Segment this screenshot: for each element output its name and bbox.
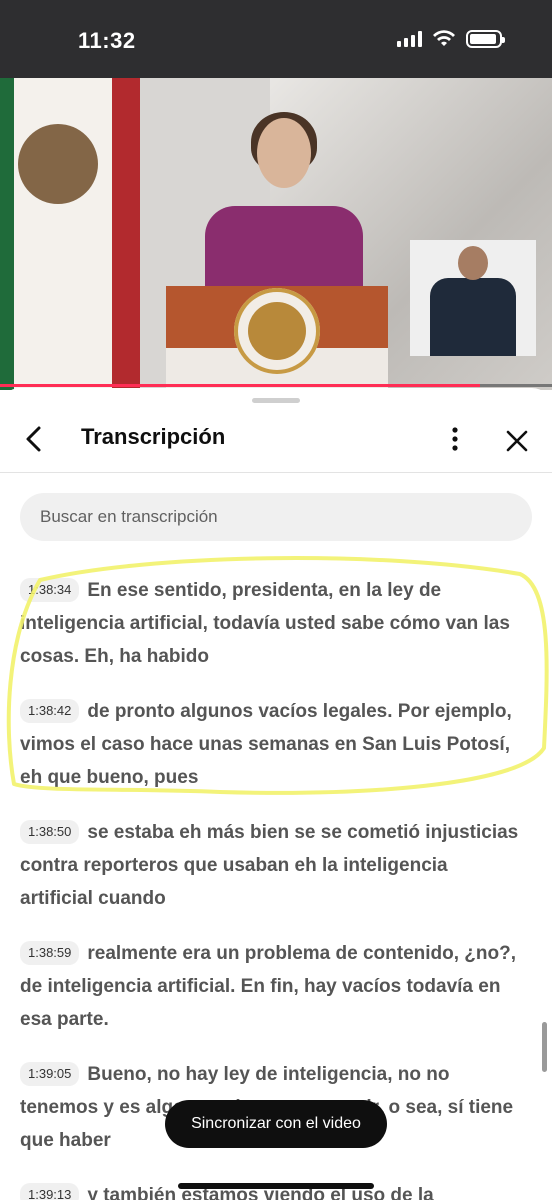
flag-emblem bbox=[18, 124, 98, 204]
transcript-segment[interactable]: 1:38:42 de pronto algunos vacíos legales.… bbox=[20, 695, 520, 794]
video-player[interactable] bbox=[0, 78, 552, 390]
more-vertical-icon[interactable] bbox=[440, 424, 470, 454]
transcript-segment[interactable]: 1:38:34 En ese sentido, presidenta, en la… bbox=[20, 574, 520, 673]
segment-text: de pronto algunos vacíos legales. Por ej… bbox=[20, 701, 512, 788]
segment-text: se estaba eh más bien se se cometió inju… bbox=[20, 822, 519, 909]
status-icons bbox=[397, 30, 505, 48]
chevron-left-icon[interactable] bbox=[20, 424, 50, 454]
segment-timestamp[interactable]: 1:39:05 bbox=[20, 1062, 80, 1086]
transcript-segment[interactable]: 1:38:50 se estaba eh más bien se se comet… bbox=[20, 816, 520, 915]
sheet-drag-handle[interactable] bbox=[252, 398, 300, 403]
sync-with-video-button[interactable]: Sincronizar con el video bbox=[165, 1100, 387, 1148]
national-seal bbox=[234, 288, 320, 374]
segment-timestamp[interactable]: 1:38:42 bbox=[20, 699, 80, 723]
scrollbar[interactable] bbox=[542, 1022, 547, 1072]
segment-text: En ese sentido, presidenta, en la ley de… bbox=[20, 580, 510, 667]
sheet-header: Transcripción bbox=[0, 406, 552, 473]
battery-icon bbox=[466, 30, 505, 48]
segment-timestamp[interactable]: 1:39:13 bbox=[20, 1183, 80, 1200]
video-progress-fill bbox=[0, 384, 481, 387]
close-icon[interactable] bbox=[500, 424, 534, 458]
transcript-search-input[interactable] bbox=[20, 493, 532, 541]
transcript-sheet: Transcripción 1:38:34En ese sentido, pre… bbox=[0, 388, 552, 1200]
segment-timestamp[interactable]: 1:38:59 bbox=[20, 941, 80, 965]
mexican-flag bbox=[0, 78, 140, 390]
segment-timestamp[interactable]: 1:38:50 bbox=[20, 820, 80, 844]
sign-language-interpreter bbox=[410, 240, 536, 356]
status-time: 11:32 bbox=[78, 28, 136, 53]
video-progress-bar[interactable] bbox=[0, 384, 552, 387]
status-bar: 11:32 bbox=[0, 0, 552, 78]
segment-timestamp[interactable]: 1:38:34 bbox=[20, 578, 80, 602]
signal-icon bbox=[397, 31, 422, 47]
podium bbox=[166, 286, 388, 390]
home-indicator[interactable] bbox=[178, 1183, 374, 1189]
sheet-title: Transcripción bbox=[81, 424, 226, 449]
wifi-icon bbox=[433, 30, 455, 46]
segment-text: realmente era un problema de contenido, … bbox=[20, 943, 516, 1030]
transcript-segment[interactable]: 1:38:59 realmente era un problema de cont… bbox=[20, 937, 520, 1036]
